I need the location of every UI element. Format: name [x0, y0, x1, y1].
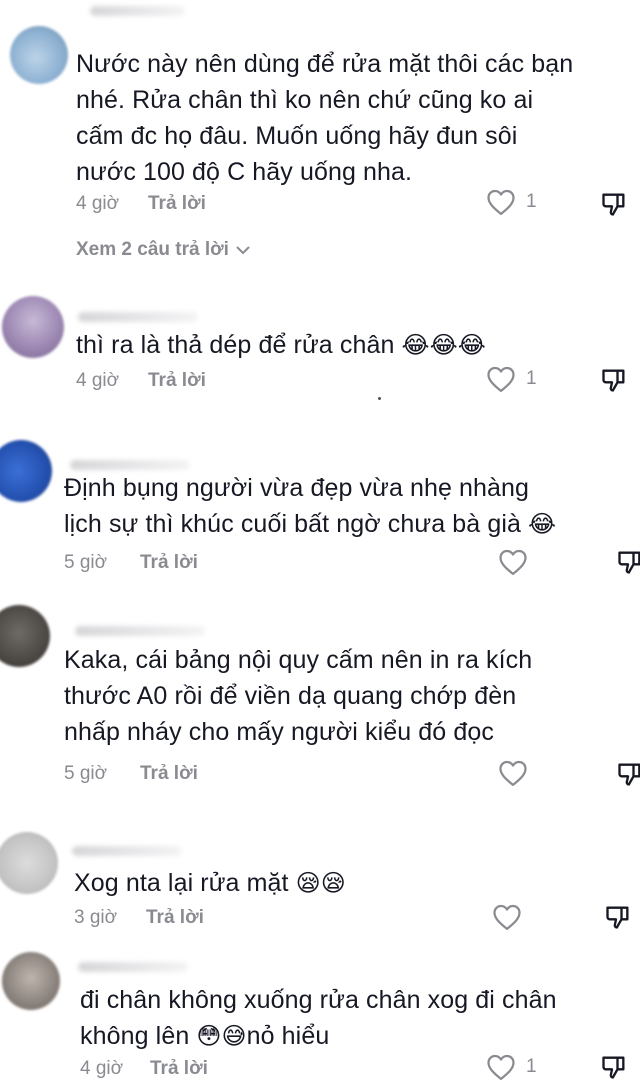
comment-item: thì ra là thả dép để rửa chân 😂😂😂 4 giờ …: [0, 270, 640, 430]
emoji: 😂😂😂: [401, 331, 486, 359]
comment-item: Xog nta lại rửa mặt 😪😪 3 giờ Trả lời: [0, 810, 640, 940]
like-button[interactable]: [498, 759, 528, 787]
like-button[interactable]: 1: [486, 188, 537, 216]
username[interactable]: [70, 460, 190, 470]
comment-time: 4 giờ: [76, 193, 120, 214]
username[interactable]: [78, 962, 188, 972]
comment-item: đi chân không xuống rửa chân xog đi chân…: [0, 940, 640, 1085]
avatar[interactable]: [0, 440, 52, 502]
comment-line: cấm đc họ đâu. Muốn uống hãy đun sôi: [76, 122, 518, 150]
heart-outline-icon: [499, 760, 527, 786]
comment-text: Xog nta lại rửa mặt 😪😪: [74, 865, 346, 901]
comment-line: nhé. Rửa chân thì ko nên chứ cũng ko ai: [76, 86, 534, 114]
thumbs-down-outline-icon[interactable]: [616, 548, 640, 576]
avatar[interactable]: [0, 832, 58, 894]
reply-button[interactable]: Trả lời: [140, 552, 198, 574]
view-replies-label: Xem 2 câu trả lời: [76, 239, 229, 260]
comment-line: không lên: [80, 1022, 190, 1050]
comment-time: 4 giờ: [76, 370, 120, 391]
comment-item: Định bụng người vừa đẹp vừa nhẹ nhàng lị…: [0, 430, 640, 600]
comment-time: 5 giờ: [64, 552, 108, 573]
like-count: 1: [526, 191, 537, 212]
username[interactable]: [78, 312, 198, 322]
avatar[interactable]: [2, 952, 60, 1010]
like-button[interactable]: 1: [486, 365, 537, 393]
comment-line: nhấp nháy cho mấy người kiểu đó đọc: [64, 718, 494, 746]
comment-time: 4 giờ: [80, 1058, 124, 1079]
reply-button[interactable]: Trả lời: [140, 763, 198, 785]
heart-outline-icon: [487, 366, 515, 392]
comment-line: Định bụng người vừa đẹp vừa nhẹ nhàng: [64, 474, 530, 502]
heart-outline-icon: [487, 189, 515, 215]
emoji: 😂: [528, 510, 557, 538]
heart-outline-icon: [487, 1054, 515, 1080]
username[interactable]: [75, 626, 205, 636]
emoji: 😳😅: [196, 1022, 247, 1050]
username[interactable]: [90, 6, 185, 16]
comment-text: Định bụng người vừa đẹp vừa nhẹ nhàng lị…: [64, 470, 556, 542]
reply-button[interactable]: Trả lời: [148, 370, 206, 392]
reply-button[interactable]: Trả lời: [150, 1058, 208, 1080]
like-count: 1: [526, 368, 537, 389]
comment-line: thước A0 rồi để viền dạ quang chớp đèn: [64, 682, 517, 710]
avatar[interactable]: [10, 26, 68, 84]
comment-text: thì ra là thả dép để rửa chân 😂😂😂: [76, 327, 486, 363]
thumbs-down-outline-icon[interactable]: [600, 190, 628, 218]
like-button[interactable]: [492, 903, 522, 931]
like-count: 1: [526, 1056, 537, 1077]
comment-time: 5 giờ: [64, 763, 108, 784]
comment-line: lịch sự thì khúc cuối bất ngờ chưa bà gi…: [64, 510, 521, 538]
comment-item: Kaka, cái bảng nội quy cấm nên in ra kíc…: [0, 600, 640, 810]
heart-outline-icon: [499, 549, 527, 575]
emoji: 😪😪: [295, 869, 346, 897]
avatar[interactable]: [2, 296, 64, 358]
like-button[interactable]: 1: [486, 1053, 537, 1081]
thumbs-down-outline-icon[interactable]: [604, 903, 632, 931]
comment-text: Nước này nên dùng để rửa mặt thôi các bạ…: [76, 46, 573, 190]
username[interactable]: [72, 846, 182, 856]
comment-time: 3 giờ: [74, 907, 118, 928]
comment-line: thì ra là thả dép để rửa chân: [76, 331, 395, 359]
view-replies-button[interactable]: Xem 2 câu trả lời: [76, 239, 251, 261]
comment-item: Nước này nên dùng để rửa mặt thôi các bạ…: [0, 0, 640, 270]
avatar[interactable]: [0, 605, 50, 667]
comment-text: Kaka, cái bảng nội quy cấm nên in ra kíc…: [64, 642, 532, 750]
speck: [378, 397, 381, 400]
comment-tail-text: nỏ hiểu: [246, 1022, 330, 1050]
thumbs-down-outline-icon[interactable]: [600, 366, 628, 394]
comment-line: Kaka, cái bảng nội quy cấm nên in ra kíc…: [64, 646, 533, 674]
thumbs-down-outline-icon[interactable]: [616, 760, 640, 788]
heart-outline-icon: [493, 904, 521, 930]
comment-line: nước 100 độ C hãy uống nha.: [76, 158, 413, 186]
reply-button[interactable]: Trả lời: [146, 907, 204, 929]
thumbs-down-outline-icon[interactable]: [600, 1053, 628, 1081]
chevron-down-icon: [236, 246, 250, 255]
comment-line: đi chân không xuống rửa chân xog đi chân: [80, 986, 557, 1014]
reply-button[interactable]: Trả lời: [148, 193, 206, 215]
comment-text: đi chân không xuống rửa chân xog đi chân…: [80, 982, 557, 1054]
comment-line: Xog nta lại rửa mặt: [74, 869, 289, 897]
like-button[interactable]: [498, 548, 528, 576]
comment-line: Nước này nên dùng để rửa mặt thôi các bạ…: [76, 50, 574, 78]
